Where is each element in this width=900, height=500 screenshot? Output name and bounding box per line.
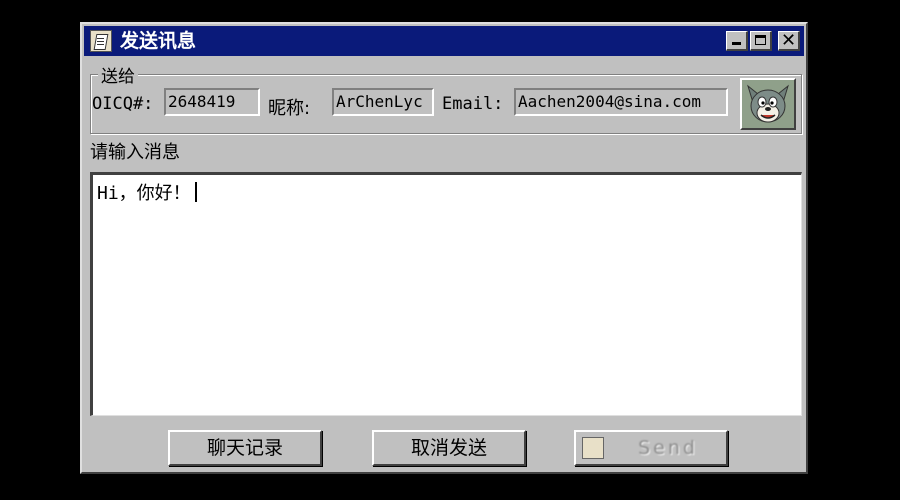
app-notepad-icon[interactable] — [90, 30, 112, 52]
cancel-send-button[interactable]: 取消发送 — [372, 430, 526, 466]
tom-cat-avatar-icon — [742, 80, 794, 128]
close-icon: ✕ — [780, 30, 797, 51]
window-title: 发送讯息 — [120, 30, 197, 52]
message-text: Hi，你好！ — [97, 183, 191, 204]
chat-history-button[interactable]: 聊天记录 — [168, 430, 322, 466]
message-prompt-label: 请输入消息 — [90, 142, 180, 163]
minimize-button[interactable] — [726, 31, 748, 51]
email-field[interactable]: Aachen2004@sina.com — [514, 88, 728, 116]
minimize-icon — [732, 42, 741, 45]
send-to-group-label: 送给 — [98, 62, 138, 87]
maximize-icon — [755, 35, 766, 45]
title-bar[interactable]: 发送讯息 ✕ — [84, 26, 804, 56]
nickname-field[interactable]: ArChenLyc — [332, 88, 434, 116]
send-notepad-icon — [582, 437, 604, 459]
send-button[interactable]: Send — [574, 430, 728, 466]
contact-avatar[interactable] — [740, 78, 796, 130]
message-textarea[interactable]: Hi，你好！ — [90, 172, 802, 416]
send-button-label: Send — [638, 437, 698, 459]
close-button[interactable]: ✕ — [778, 30, 800, 51]
send-message-window: 发送讯息 ✕ 送给 OICQ#: 2648419 昵称: ArChenLyc E… — [80, 22, 808, 474]
text-caret — [194, 182, 197, 202]
nickname-label: 昵称: — [268, 98, 311, 119]
email-label: Email: — [442, 94, 504, 114]
maximize-button[interactable] — [750, 31, 772, 51]
oicq-number-field[interactable]: 2648419 — [164, 88, 260, 116]
oicq-label: OICQ#: — [92, 94, 154, 114]
